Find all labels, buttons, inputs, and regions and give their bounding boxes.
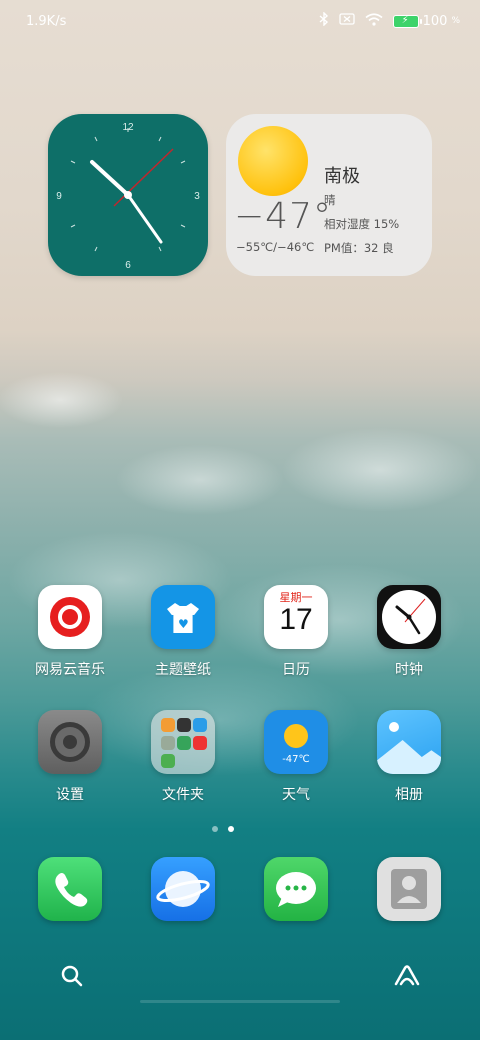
weather-range: −55℃/−46℃ [236, 240, 315, 254]
app-settings[interactable]: 设置 [20, 710, 120, 804]
weather-humidity: 相对湿度 15% [324, 217, 400, 231]
assistant-icon [394, 965, 420, 986]
phone-icon [55, 873, 88, 907]
app-theme-wallpaper[interactable]: ♥ 主题壁纸 [133, 585, 233, 679]
app-label: 网易云音乐 [35, 662, 105, 678]
weather-widget[interactable]: −47° −55℃/−46℃ 南极 晴 相对湿度 15% PM值：32 良 [226, 114, 432, 276]
clock-app-icon [377, 585, 441, 649]
app-label: 设置 [56, 787, 84, 803]
netease-music-icon [38, 585, 102, 649]
app-label: 文件夹 [162, 787, 204, 803]
page-dot-active [228, 826, 234, 832]
search-button[interactable] [58, 962, 86, 990]
calendar-day: 17 [279, 603, 313, 636]
app-label: 时钟 [395, 662, 423, 678]
app-gallery[interactable]: 相册 [359, 710, 459, 804]
hour-hand [90, 160, 130, 197]
dock-contacts[interactable] [377, 857, 441, 921]
second-hand [113, 148, 174, 207]
home-indicator [140, 1000, 340, 1003]
weather-pm: PM值：32 良 [324, 241, 394, 255]
sun-icon [238, 126, 308, 196]
app-clock[interactable]: 时钟 [359, 585, 459, 679]
page-dot [212, 826, 218, 832]
assistant-button[interactable] [392, 962, 422, 990]
weather-temperature: −47° [234, 196, 332, 237]
weather-condition: 晴 [324, 193, 336, 207]
app-label: 天气 [282, 787, 310, 803]
app-label: 相册 [395, 787, 423, 803]
folder-icon [151, 710, 215, 774]
status-icons: ⚡ 100% [319, 11, 460, 30]
page-indicator [212, 826, 234, 832]
theme-wallpaper-icon: ♥ [151, 585, 215, 649]
minute-hand [126, 193, 163, 244]
app-folder[interactable]: 文件夹 [133, 710, 233, 804]
app-label: 日历 [282, 662, 310, 678]
messages-icon [276, 872, 316, 907]
weather-app-temp: -47℃ [282, 754, 310, 765]
clock-number-6: 6 [125, 260, 131, 271]
bluetooth-icon [319, 11, 329, 30]
no-sim-icon [338, 13, 355, 29]
contacts-icon [391, 869, 427, 909]
settings-icon [38, 710, 102, 774]
battery-unit: % [451, 16, 460, 26]
battery-charging-icon: ⚡ [392, 14, 422, 28]
weather-city: 南极 [324, 166, 360, 187]
browser-icon [156, 871, 210, 907]
status-bar: 1.9K/s ⚡ 100% [0, 0, 480, 42]
weather-icon: -47℃ [264, 710, 328, 774]
clock-number-3: 3 [194, 191, 200, 202]
app-weather[interactable]: -47℃ 天气 [246, 710, 346, 804]
app-calendar[interactable]: 星期一 17 日历 [246, 585, 346, 679]
wifi-icon [365, 12, 383, 30]
app-label: 主题壁纸 [155, 662, 211, 678]
clock-number-12: 12 [122, 122, 134, 133]
battery-percent: 100 [422, 13, 448, 29]
battery-indicator: ⚡ 100% [392, 13, 460, 29]
app-netease-music[interactable]: 网易云音乐 [20, 585, 120, 679]
dock-messages[interactable] [264, 857, 328, 921]
calendar-icon: 星期一 17 [264, 585, 328, 649]
dock-browser[interactable] [151, 857, 215, 921]
search-icon [61, 965, 83, 987]
analog-clock-widget[interactable]: 12 3 6 9 [48, 114, 208, 276]
clock-face-icon: 12 3 6 9 [56, 122, 200, 271]
bottom-bar [0, 950, 480, 1000]
clock-number-9: 9 [56, 191, 62, 202]
dock-phone[interactable] [38, 857, 102, 921]
network-speed: 1.9K/s [26, 13, 67, 29]
gallery-icon [377, 710, 441, 774]
